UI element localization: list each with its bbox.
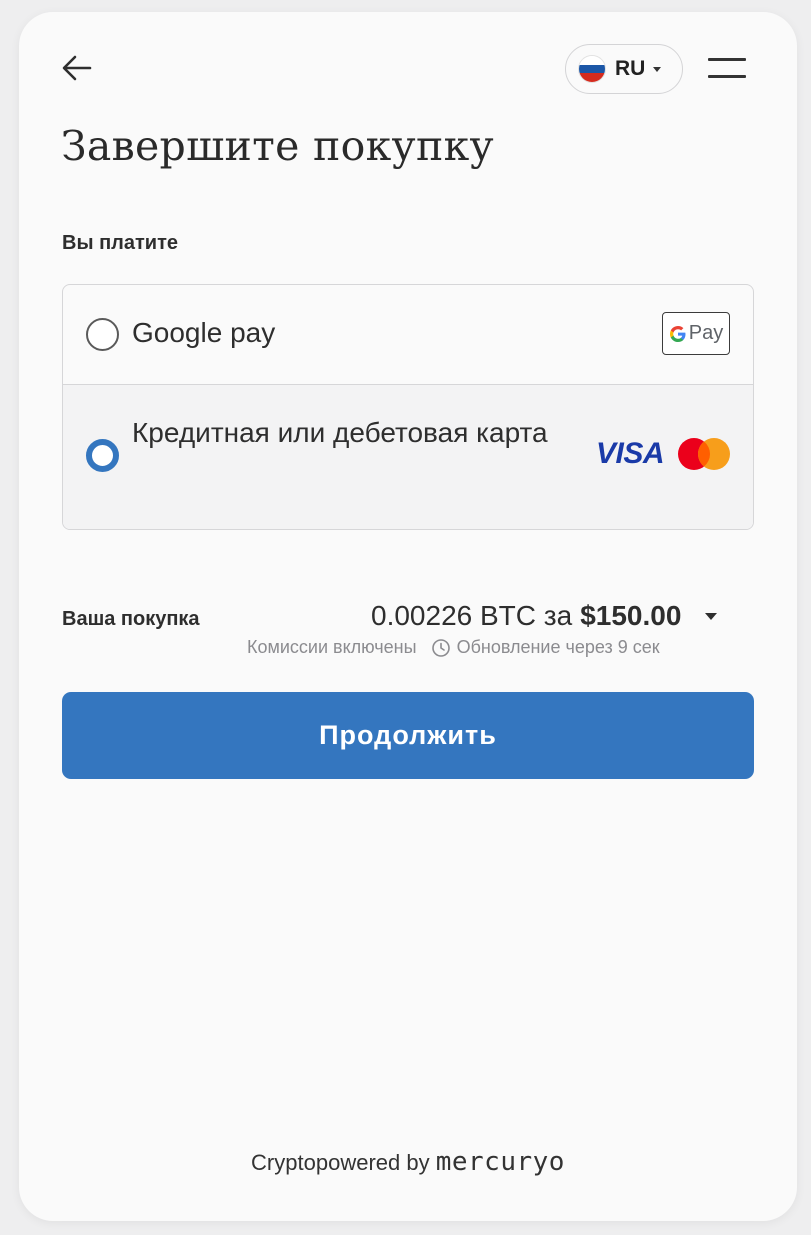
menu-button[interactable] [708, 58, 746, 82]
page-title: Завершите покупку [61, 122, 494, 170]
your-purchase-label: Ваша покупка [62, 608, 200, 630]
google-g-icon [669, 325, 686, 342]
fiat-amount: $150.00 [580, 600, 682, 631]
mercuryo-logo: mercuryo [435, 1147, 565, 1177]
purchase-summary-dropdown[interactable]: 0.00226 BTC за $150.00 [371, 600, 718, 632]
visa-logo: VISA [596, 437, 665, 470]
back-button[interactable] [59, 50, 95, 86]
radio-unselected[interactable] [86, 318, 119, 351]
chevron-down-icon [705, 612, 718, 620]
hamburger-menu-icon [708, 58, 746, 61]
continue-button[interactable]: Продолжить [62, 692, 754, 779]
arrow-left-icon [62, 55, 92, 81]
language-code: RU [615, 57, 646, 80]
fees-included-text: Комиссии включены [247, 637, 417, 657]
russia-flag-icon [578, 55, 606, 83]
widget-card: RU Завершите покупку Вы платите Google p… [19, 12, 797, 1221]
payment-option-google-pay[interactable]: Google pay Pay [63, 285, 753, 385]
language-selector[interactable]: RU [565, 44, 683, 94]
mastercard-icon [678, 438, 730, 470]
chevron-down-icon [653, 66, 662, 72]
radio-selected[interactable] [86, 439, 119, 472]
card-option-label: Кредитная или дебетовая карта [132, 417, 548, 448]
powered-by-text: Cryptopowered by [251, 1150, 430, 1175]
clock-icon [431, 638, 450, 657]
google-pay-badge: Pay [662, 312, 730, 355]
payment-option-card[interactable]: Кредитная или дебетовая карта VISA [63, 385, 753, 529]
fees-info: Комиссии включены Обновление через 9 сек [247, 637, 660, 658]
you-pay-label: Вы платите [62, 232, 178, 254]
payment-methods: Google pay Pay Кредитная или дебетовая к… [62, 284, 754, 530]
footer-powered-by: Cryptopowered by mercuryo [19, 1147, 797, 1177]
google-pay-label: Google pay [132, 317, 276, 348]
crypto-amount: 0.00226 BTC за [371, 600, 573, 631]
refresh-timer-text: Обновление через 9 сек [456, 637, 660, 657]
